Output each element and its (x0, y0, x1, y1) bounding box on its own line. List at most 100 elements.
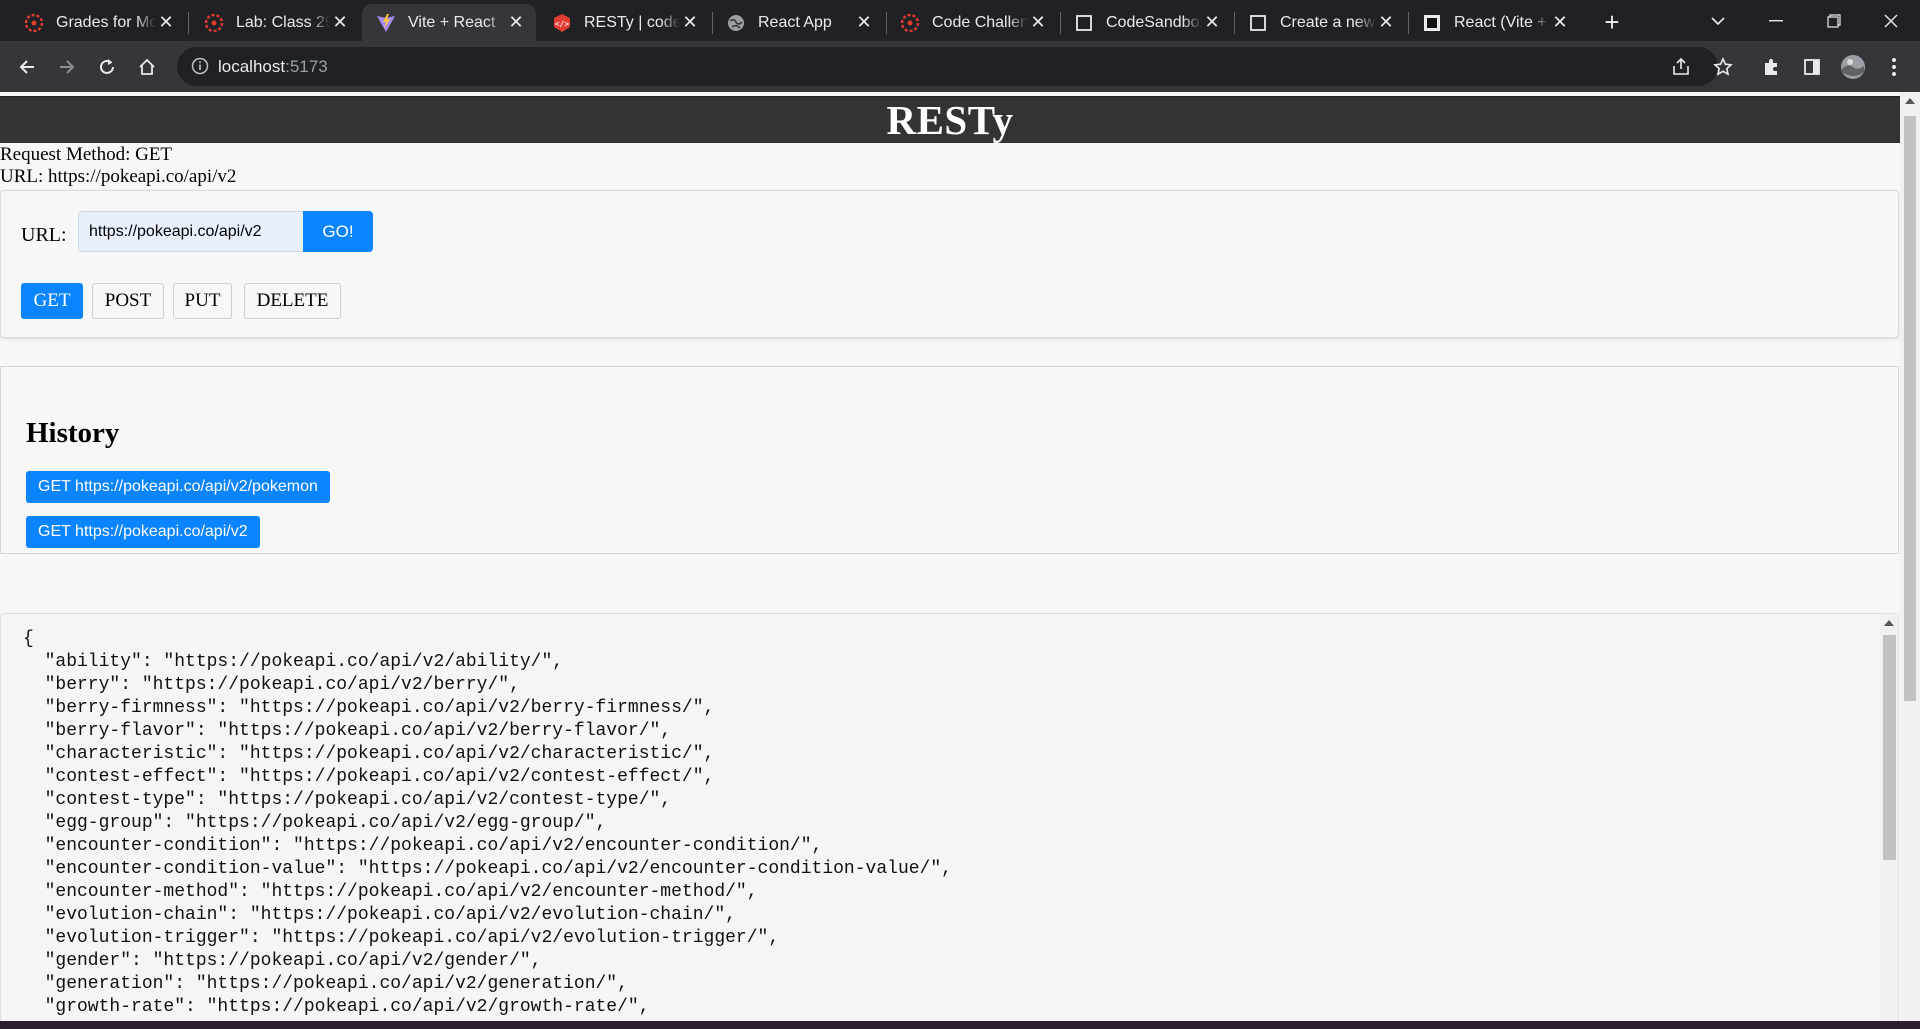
close-tab-icon[interactable]: ✕ (330, 12, 350, 33)
new-tab-button[interactable]: + (1598, 7, 1626, 37)
json-scroll-thumb[interactable] (1883, 635, 1896, 860)
close-tab-icon[interactable]: ✕ (1550, 12, 1570, 33)
tab-title: Vite + React (408, 13, 496, 31)
tab-title: React (Vite + T (1454, 13, 1550, 31)
address-port: :5173 (285, 57, 328, 76)
close-tab-icon[interactable]: ✕ (156, 12, 176, 33)
minimize-icon[interactable] (1747, 0, 1805, 41)
history-item[interactable]: GET https://pokeapi.co/api/v2/pokemon (26, 471, 330, 503)
page-viewport: RESTy Request Method: GET URL: https://p… (0, 92, 1900, 1021)
tab-react-vite-ts[interactable]: React (Vite + T ✕ (1408, 4, 1580, 41)
url-label: URL: (21, 224, 67, 246)
tab-divider (188, 12, 189, 34)
request-method-text: Request Method: GET (0, 144, 173, 165)
json-line: "berry": "https://pokeapi.co/api/v2/berr… (23, 675, 520, 695)
tab-title: CodeSandbox (1106, 13, 1202, 31)
tab-vite-react[interactable]: Vite + React ✕ (362, 4, 536, 41)
page-scrollbar[interactable] (1900, 92, 1920, 1021)
json-line: "encounter-condition-value": "https://po… (23, 859, 952, 879)
sandbox-icon (1248, 13, 1268, 33)
extensions-icon[interactable] (1754, 50, 1788, 84)
close-tab-icon[interactable]: ✕ (854, 12, 874, 33)
site-info-icon[interactable] (191, 57, 209, 75)
menu-kebab-icon[interactable] (1877, 50, 1911, 84)
close-window-icon[interactable] (1862, 0, 1920, 41)
tab-search-icon[interactable] (1689, 0, 1747, 41)
share-icon[interactable] (1669, 55, 1693, 79)
json-line: "evolution-chain": "https://pokeapi.co/a… (23, 905, 736, 925)
code-icon: </> (552, 13, 572, 33)
forward-icon[interactable] (50, 50, 84, 84)
address-host: localhost (218, 57, 286, 76)
tab-lab[interactable]: Lab: Class 29 ✕ (190, 4, 360, 41)
restore-icon[interactable] (1805, 0, 1863, 41)
json-line: { (23, 629, 34, 649)
tab-strip: Grades for Mo ✕ Lab: Class 29 ✕ Vite + R… (0, 0, 1920, 41)
address-text: localhost:5173 (218, 57, 328, 77)
tab-react-app[interactable]: React App ✕ (712, 4, 884, 41)
history-heading: History (26, 417, 120, 449)
app-title: RESTy (886, 97, 1014, 143)
json-line: "berry-firmness": "https://pokeapi.co/ap… (23, 698, 715, 718)
method-post-button[interactable]: POST (92, 283, 164, 319)
json-line: "ability": "https://pokeapi.co/api/v2/ab… (23, 652, 564, 672)
app-header: RESTy (0, 96, 1900, 143)
json-line: "egg-group": "https://pokeapi.co/api/v2/… (23, 813, 607, 833)
close-tab-icon[interactable]: ✕ (1376, 12, 1396, 33)
canvas-icon (24, 13, 44, 33)
tab-grades[interactable]: Grades for Mo ✕ (10, 4, 186, 41)
tab-codesandbox[interactable]: CodeSandbox ✕ (1060, 4, 1232, 41)
json-scrollbar[interactable] (1880, 614, 1898, 1021)
bookmark-star-icon[interactable] (1706, 50, 1740, 84)
request-form: URL: GO! GET POST PUT DELETE (0, 190, 1899, 338)
json-line: "contest-effect": "https://pokeapi.co/ap… (23, 767, 715, 787)
canvas-icon (900, 13, 920, 33)
request-info: Request Method: GET URL: https://pokeapi… (0, 144, 236, 188)
json-line: "gender": "https://pokeapi.co/api/v2/gen… (23, 951, 542, 971)
tab-title: React App (758, 13, 832, 31)
tab-title: Grades for Mo (56, 13, 156, 31)
home-icon[interactable] (130, 50, 164, 84)
tab-title: RESTy | code-4 (584, 13, 680, 31)
tab-code-challenge[interactable]: Code Challeng ✕ (886, 4, 1058, 41)
json-line: "contest-type": "https://pokeapi.co/api/… (23, 790, 672, 810)
vite-icon (376, 13, 396, 33)
tab-title: Lab: Class 29 (236, 13, 330, 31)
tab-resty[interactable]: </> RESTy | code-4 ✕ (538, 4, 710, 41)
method-delete-button[interactable]: DELETE (244, 283, 341, 319)
profile-avatar[interactable] (1836, 50, 1870, 84)
side-panel-icon[interactable] (1795, 50, 1829, 84)
json-line: "evolution-trigger": "https://pokeapi.co… (23, 928, 780, 948)
go-button[interactable]: GO! (303, 211, 373, 252)
response-json-text: { "ability": "https://pokeapi.co/api/v2/… (23, 628, 952, 1019)
close-tab-icon[interactable]: ✕ (1028, 12, 1048, 33)
scroll-up-arrow-icon[interactable] (1905, 98, 1915, 104)
close-tab-icon[interactable]: ✕ (506, 12, 526, 33)
address-bar[interactable]: localhost:5173 (177, 47, 1718, 86)
request-url-text: URL: https://pokeapi.co/api/v2 (0, 166, 237, 187)
response-json-panel[interactable]: { "ability": "https://pokeapi.co/api/v2/… (0, 613, 1899, 1021)
reload-icon[interactable] (90, 50, 124, 84)
json-line: "encounter-method": "https://pokeapi.co/… (23, 882, 758, 902)
close-tab-icon[interactable]: ✕ (680, 12, 700, 33)
canvas-icon (204, 13, 224, 33)
svg-text:</>: </> (555, 19, 570, 28)
method-put-button[interactable]: PUT (173, 283, 232, 319)
tab-create-sandbox[interactable]: Create a new S ✕ (1234, 4, 1406, 41)
close-tab-icon[interactable]: ✕ (1202, 12, 1222, 33)
json-line: "generation": "https://pokeapi.co/api/v2… (23, 974, 628, 994)
scroll-up-arrow-icon[interactable] (1884, 620, 1894, 626)
json-line: "berry-flavor": "https://pokeapi.co/api/… (23, 721, 672, 741)
browser-toolbar: localhost:5173 (0, 41, 1920, 92)
history-section: History GET https://pokeapi.co/api/v2/po… (0, 366, 1899, 554)
page-scroll-thumb[interactable] (1904, 116, 1916, 701)
url-input[interactable] (78, 211, 304, 252)
method-get-button[interactable]: GET (21, 283, 83, 319)
json-line: "characteristic": "https://pokeapi.co/ap… (23, 744, 715, 764)
json-line: "growth-rate": "https://pokeapi.co/api/v… (23, 997, 650, 1017)
json-line: "encounter-condition": "https://pokeapi.… (23, 836, 823, 856)
back-icon[interactable] (10, 50, 44, 84)
globe-icon (726, 13, 746, 33)
tab-title: Create a new S (1280, 13, 1376, 31)
history-item[interactable]: GET https://pokeapi.co/api/v2 (26, 516, 260, 548)
